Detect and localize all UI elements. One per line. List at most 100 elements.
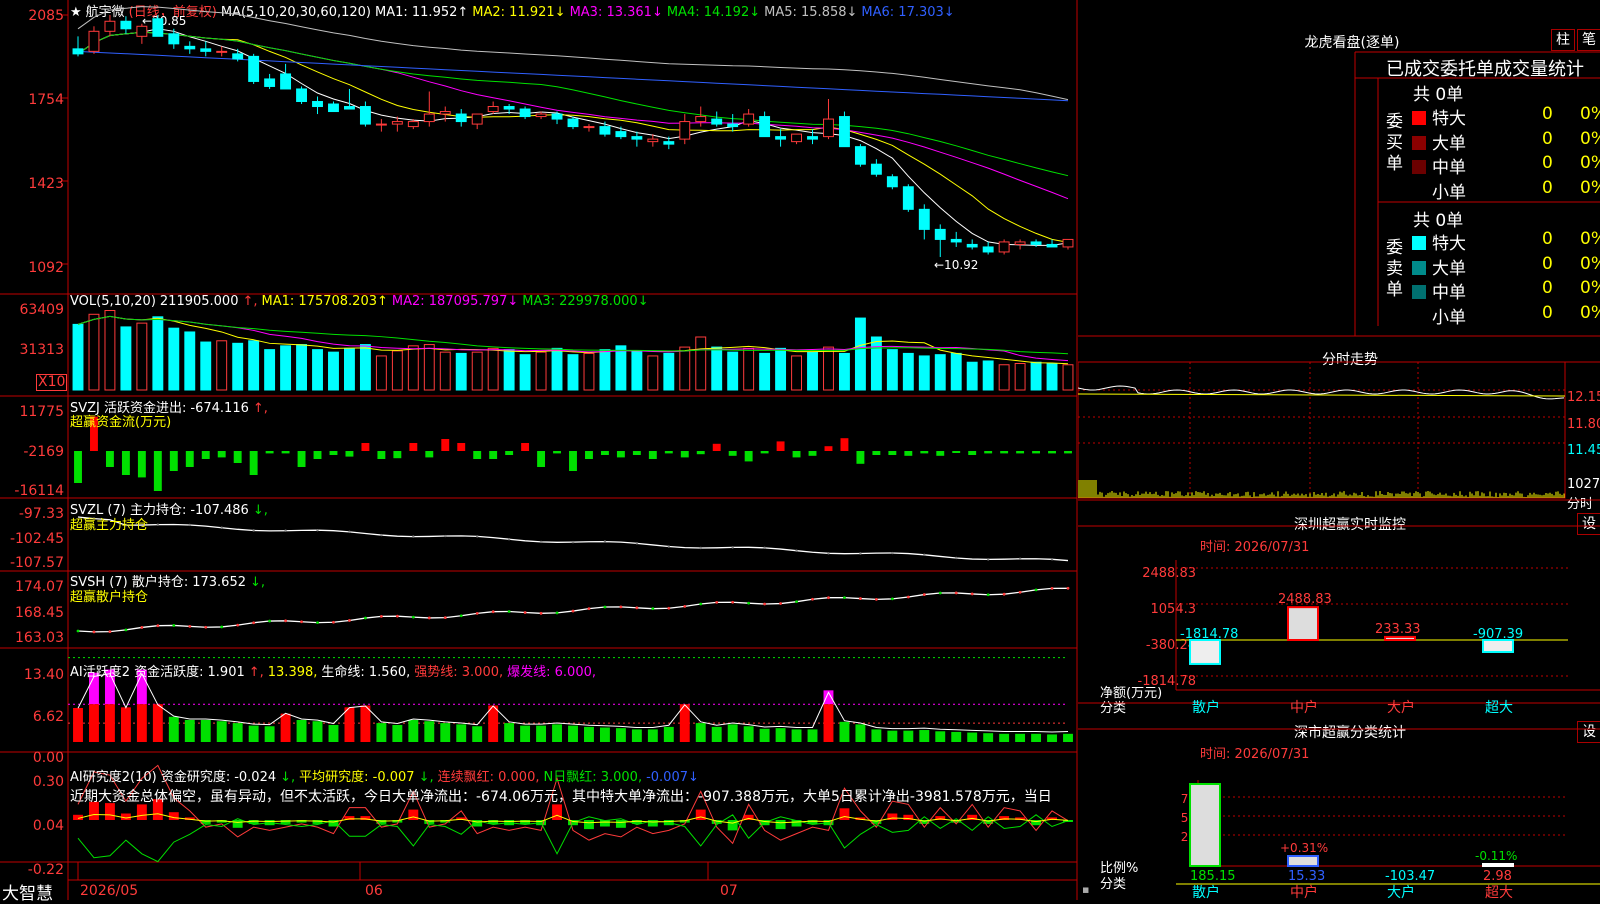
activity-bar xyxy=(712,727,722,742)
activity-bar xyxy=(329,725,339,742)
volume-bar xyxy=(887,350,897,390)
volume-bar xyxy=(89,314,99,390)
volume-bar xyxy=(584,353,594,390)
candle xyxy=(137,26,147,36)
monitor-bar-label: 2488.83 xyxy=(1278,592,1332,607)
monitor-category: 散户 xyxy=(1192,699,1220,716)
main-holding-dot xyxy=(476,535,478,537)
fund-flow-bar xyxy=(74,451,82,483)
retail-holding-dot xyxy=(667,607,670,610)
retail-holding-dot xyxy=(891,597,894,600)
candlestick-chart[interactable] xyxy=(0,0,1078,900)
candle xyxy=(73,49,83,54)
brand-logo[interactable]: 大智慧 xyxy=(2,879,53,904)
activity-bar xyxy=(664,727,674,742)
main-holding-dot xyxy=(348,531,350,533)
activity-bar xyxy=(392,725,402,742)
retail-holding-dot xyxy=(476,612,479,615)
volume-bar xyxy=(424,345,434,390)
main-holding-dot xyxy=(444,535,446,537)
fund-flow-bar xyxy=(1000,451,1008,453)
fund-flow-bar xyxy=(122,451,130,475)
retail-holding-dot xyxy=(540,612,543,615)
retail-holding-dot xyxy=(156,624,159,627)
retail-holding-dot xyxy=(747,602,750,605)
main-holding-dot xyxy=(572,541,574,543)
volume-bar xyxy=(329,352,339,390)
candle xyxy=(919,209,929,229)
retail-holding-dot xyxy=(109,630,112,633)
ai2-axis-label: 0.04 xyxy=(0,818,64,834)
activity-bar xyxy=(249,726,259,742)
monitor-bar xyxy=(1385,637,1415,640)
activity-bar xyxy=(824,704,834,742)
volume-bar xyxy=(744,348,754,390)
fund-flow-bar xyxy=(186,451,194,467)
retail-holding-dot xyxy=(1067,587,1070,590)
activity-bar xyxy=(760,729,770,742)
candle xyxy=(840,117,850,147)
volume-bar xyxy=(360,345,370,390)
volume-bar xyxy=(871,337,881,390)
volume-bar xyxy=(201,342,211,390)
fund-flow-bar xyxy=(825,446,833,451)
retail-holding-dot xyxy=(588,607,591,610)
candle xyxy=(808,137,818,140)
fund-flow-bar xyxy=(777,441,785,451)
ai2-commentary: 近期大资金总体偏空，虽有异动，但不太活跃，今日大单净流出：-674.06万元，其… xyxy=(70,786,1074,806)
activity-bar xyxy=(488,705,498,742)
retail-holding-dot xyxy=(683,605,686,608)
candle xyxy=(233,54,243,59)
volume-bar xyxy=(664,353,674,390)
fund-flow-bar xyxy=(856,451,864,464)
main-holding-dot xyxy=(284,530,286,532)
main-holding-dot xyxy=(252,529,254,531)
class-bar xyxy=(1190,784,1220,866)
fund-flow-bar xyxy=(441,439,449,451)
candle xyxy=(744,114,754,124)
activity-bar xyxy=(536,726,546,742)
class-category: 大户 xyxy=(1387,884,1415,900)
activity-bar xyxy=(728,724,738,742)
fund-flow-bar xyxy=(266,451,274,453)
activity-bar xyxy=(999,734,1009,742)
retail-holding-dot xyxy=(1019,591,1022,594)
activity-bar xyxy=(840,722,850,742)
class-bottom-value: 185.15 xyxy=(1190,869,1236,884)
monitor-bar-label: 233.33 xyxy=(1375,622,1421,637)
activity-bar xyxy=(951,732,961,742)
candle xyxy=(153,19,163,37)
activity-bar xyxy=(89,704,99,742)
candle xyxy=(185,46,195,49)
activity-bar xyxy=(265,726,275,742)
svzl-axis-label: -102.45 xyxy=(0,531,64,547)
volume-bar xyxy=(632,351,642,390)
retail-holding-dot xyxy=(332,621,335,624)
volume-bar xyxy=(712,347,722,390)
retail-holding-dot xyxy=(412,616,415,619)
activity-bar xyxy=(520,726,530,742)
volume-bar xyxy=(552,348,562,390)
fund-flow-bar xyxy=(968,451,976,455)
vol-value: 211905.000 xyxy=(160,294,239,309)
class-category: 超大 xyxy=(1485,885,1513,900)
activity-bar xyxy=(776,728,786,742)
research-bar xyxy=(696,810,706,820)
candle xyxy=(313,102,323,107)
volume-bar xyxy=(568,355,578,390)
retail-holding-dot xyxy=(348,619,351,622)
volume-bar xyxy=(680,347,690,390)
candle xyxy=(600,127,610,135)
main-holding-dot xyxy=(1019,558,1021,560)
candle xyxy=(1047,244,1057,247)
activity-bar xyxy=(456,724,466,742)
retail-holding-dot xyxy=(492,610,495,613)
activity-bar xyxy=(440,723,450,742)
volume-bar xyxy=(121,327,131,390)
retail-holding-dot xyxy=(524,611,527,614)
fund-flow-bar xyxy=(170,451,178,471)
candle xyxy=(504,107,514,110)
svzl-axis-label: -97.33 xyxy=(0,506,64,522)
ma-value: MA2: 187095.797↓ xyxy=(392,294,518,309)
ma-line-30 xyxy=(78,32,1068,175)
